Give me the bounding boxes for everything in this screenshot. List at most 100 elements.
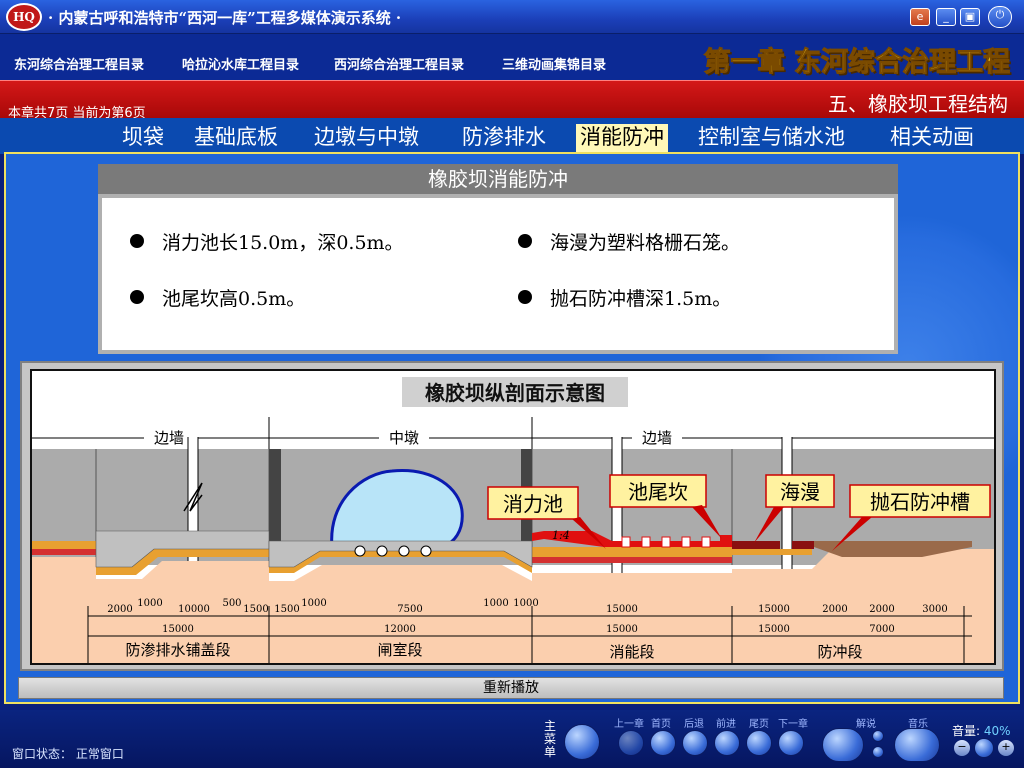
next-chapter-button[interactable] <box>778 730 804 756</box>
svg-text:15000: 15000 <box>758 624 790 635</box>
first-page-button[interactable] <box>650 730 676 756</box>
menu-bar: 东河综合治理工程目录 哈拉沁水库工程目录 西河综合治理工程目录 三维动画集锦目录… <box>0 34 1024 80</box>
segment-label: 防渗排水铺盖段 <box>125 641 230 659</box>
bullet-text: 池尾坎高0.5m。 <box>162 288 306 310</box>
tab-energy-dissipation[interactable]: 消能防冲 <box>576 124 668 152</box>
pause-icon[interactable] <box>872 730 884 742</box>
tab-bar: 坝袋 基础底板 边墩与中墩 防渗排水 消能防冲 控制室与储水池 相关动画 <box>0 118 1024 154</box>
label-side-wall-left: 边墙 <box>154 429 184 447</box>
svg-text:1500: 1500 <box>274 604 299 615</box>
tab-seepage[interactable]: 防渗排水 <box>458 124 550 152</box>
tab-control-room[interactable]: 控制室与储水池 <box>694 124 849 152</box>
volume-down-button[interactable]: − <box>954 740 970 756</box>
restore-button[interactable]: ▣ <box>960 8 980 26</box>
svg-text:1000: 1000 <box>301 598 326 609</box>
svg-text:1500: 1500 <box>243 604 268 615</box>
last-page-button[interactable] <box>746 730 772 756</box>
svg-text:15000: 15000 <box>606 604 638 615</box>
first-page-label: 首页 <box>651 719 671 730</box>
svg-text:15000: 15000 <box>758 604 790 615</box>
main-content: 橡胶坝消能防冲 消力池长15.0m，深0.5m。 海漫为塑料格栅石笼。 池尾坎高… <box>4 152 1020 704</box>
bullet-item: 海漫为塑料格栅石笼。 <box>518 228 740 255</box>
svg-text:500: 500 <box>222 598 241 609</box>
diagram-title: 橡胶坝纵剖面示意图 <box>425 381 605 405</box>
main-menu-label: 主菜单 <box>543 719 556 759</box>
main-menu-button[interactable] <box>564 724 600 760</box>
section-header: 本章共7页 当前为第6页 五、橡胶坝工程结构 <box>0 80 1024 121</box>
menu-item-halaqin[interactable]: 哈拉沁水库工程目录 <box>182 54 299 73</box>
svg-text:池尾坎: 池尾坎 <box>628 480 688 504</box>
dam-profile-svg: 橡胶坝纵剖面示意图 边墙 中墩 边墙 1:4 消力池 池尾坎 海漫 抛石防冲槽 … <box>32 377 994 663</box>
tab-dam-bag[interactable]: 坝袋 <box>118 124 168 152</box>
tab-foundation[interactable]: 基础底板 <box>190 124 282 152</box>
window-title-bar: HQ · 内蒙古呼和浩特市“西河一库”工程多媒体演示系统 · e _ ▣ ⏻ <box>0 0 1024 34</box>
explain-label: 解说 <box>856 719 876 730</box>
label-side-wall-right: 边墙 <box>642 429 672 447</box>
stop-icon[interactable] <box>872 746 884 758</box>
segment-label: 闸室段 <box>377 641 422 659</box>
explain-microphone-button[interactable] <box>822 728 864 762</box>
bullet-icon <box>518 234 532 248</box>
svg-text:1000: 1000 <box>137 598 162 609</box>
bullet-icon <box>518 290 532 304</box>
bottom-control-bar: 窗口状态： 正常窗口 主菜单 上一章 首页 后退 前进 尾页 下一章 解说 音乐… <box>0 710 1024 768</box>
svg-text:15000: 15000 <box>162 624 194 635</box>
diagram-frame: 橡胶坝纵剖面示意图 边墙 中墩 边墙 1:4 消力池 池尾坎 海漫 抛石防冲槽 … <box>20 361 1004 671</box>
forward-label: 前进 <box>716 719 736 730</box>
tab-animation[interactable]: 相关动画 <box>886 124 978 152</box>
bullet-icon <box>130 234 144 248</box>
svg-text:抛石防冲槽: 抛石防冲槽 <box>870 490 970 514</box>
volume-label: 音量: 40% <box>952 724 1011 738</box>
app-logo-icon: HQ <box>6 3 42 31</box>
power-button[interactable]: ⏻ <box>988 6 1012 28</box>
svg-text:15000: 15000 <box>606 624 638 635</box>
bullet-icon <box>130 290 144 304</box>
apron <box>732 541 780 549</box>
app-title: · 内蒙古呼和浩特市“西河一库”工程多媒体演示系统 · <box>48 9 402 27</box>
ie-icon-button[interactable]: e <box>910 8 930 26</box>
forward-button[interactable] <box>714 730 740 756</box>
pier-dark-left <box>269 449 281 541</box>
segment-label: 消能段 <box>609 643 654 661</box>
card-title: 橡胶坝消能防冲 <box>98 164 898 194</box>
section-title: 五、橡胶坝工程结构 <box>828 92 1008 116</box>
menu-item-east-river[interactable]: 东河综合治理工程目录 <box>14 54 144 73</box>
chapter-title: 第一章 东河综合治理工程 <box>703 47 1010 79</box>
svg-text:7000: 7000 <box>869 624 894 635</box>
info-card: 消力池长15.0m，深0.5m。 海漫为塑料格栅石笼。 池尾坎高0.5m。 抛石… <box>98 194 898 354</box>
svg-text:3000: 3000 <box>922 604 947 615</box>
bullet-text: 消力池长15.0m，深0.5m。 <box>162 232 404 254</box>
bullet-item: 抛石防冲槽深1.5m。 <box>518 284 731 311</box>
svg-text:海漫: 海漫 <box>780 480 820 504</box>
tab-piers[interactable]: 边墩与中墩 <box>310 124 423 152</box>
next-chapter-label: 下一章 <box>778 719 808 730</box>
svg-text:1000: 1000 <box>513 598 538 609</box>
prev-chapter-button[interactable] <box>618 730 644 756</box>
segment-label: 防冲段 <box>817 643 862 661</box>
svg-text:2000: 2000 <box>107 604 132 615</box>
menu-item-3d-animation[interactable]: 三维动画集锦目录 <box>502 54 606 73</box>
volume-knob[interactable] <box>974 738 994 758</box>
bullet-item: 消力池长15.0m，深0.5m。 <box>130 228 404 255</box>
svg-text:12000: 12000 <box>384 624 416 635</box>
svg-text:1000: 1000 <box>483 598 508 609</box>
prev-chapter-label: 上一章 <box>614 719 644 730</box>
menu-item-west-river[interactable]: 西河综合治理工程目录 <box>334 54 464 73</box>
volume-up-button[interactable]: + <box>998 740 1014 756</box>
svg-text:2000: 2000 <box>869 604 894 615</box>
last-page-label: 尾页 <box>749 719 769 730</box>
minimize-button[interactable]: _ <box>936 8 956 26</box>
bullet-text: 抛石防冲槽深1.5m。 <box>550 288 732 310</box>
svg-text:10000: 10000 <box>178 604 210 615</box>
svg-text:7500: 7500 <box>397 604 422 615</box>
dam-profile-diagram: 橡胶坝纵剖面示意图 边墙 中墩 边墙 1:4 消力池 池尾坎 海漫 抛石防冲槽 … <box>30 369 996 665</box>
bullet-item: 池尾坎高0.5m。 <box>130 284 305 311</box>
back-label: 后退 <box>684 719 704 730</box>
svg-text:消力池: 消力池 <box>503 492 563 516</box>
music-equalizer-button[interactable] <box>894 728 940 762</box>
slope-label: 1:4 <box>552 529 570 542</box>
volume-value: 40% <box>983 724 1011 738</box>
bullet-text: 海漫为塑料格栅石笼。 <box>550 232 741 254</box>
back-button[interactable] <box>682 730 708 756</box>
replay-button[interactable]: 重新播放 <box>18 677 1004 699</box>
